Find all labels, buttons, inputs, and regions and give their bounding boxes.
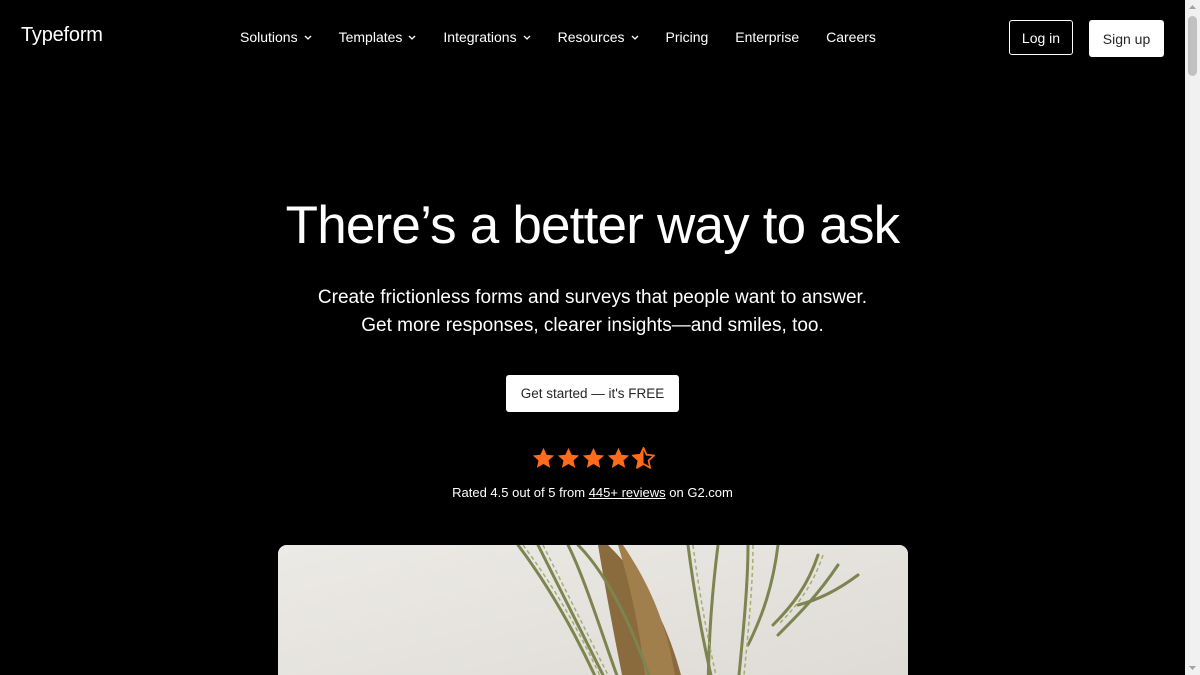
nav-item-careers[interactable]: Careers [826, 29, 876, 45]
nav-item-label: Careers [826, 29, 876, 45]
get-started-button[interactable]: Get started — it's FREE [506, 375, 679, 412]
nav-item-label: Enterprise [735, 29, 800, 45]
chevron-down-icon [408, 35, 416, 40]
vertical-scrollbar[interactable] [1185, 0, 1200, 675]
nav-item-label: Templates [338, 29, 403, 45]
chevron-down-icon [304, 35, 312, 40]
star-icon [557, 447, 580, 468]
page-viewport: Typeform Solutions Templates Integration… [0, 0, 1185, 675]
nav-item-label: Resources [557, 29, 625, 45]
signup-button[interactable]: Sign up [1089, 20, 1164, 57]
rating-suffix: on G2.com [665, 485, 733, 500]
rating-prefix: Rated 4.5 out of 5 from [452, 485, 589, 500]
main-nav: Solutions Templates Integrations Resourc… [240, 29, 903, 45]
rating-text: Rated 4.5 out of 5 from 445+ reviews on … [0, 485, 1185, 500]
star-icon [582, 447, 605, 468]
banksia-plant-illustration [278, 545, 908, 675]
hero-subtitle-line: Create frictionless forms and surveys th… [317, 287, 868, 308]
nav-item-integrations[interactable]: Integrations [443, 29, 531, 45]
nav-item-label: Integrations [443, 29, 517, 45]
login-button[interactable]: Log in [1009, 20, 1073, 55]
brand-logo[interactable]: Typeform [21, 24, 103, 47]
star-icon [532, 447, 555, 468]
nav-item-resources[interactable]: Resources [558, 29, 639, 45]
nav-item-solutions[interactable]: Solutions [240, 29, 312, 45]
hero-subtitle-line: Get more responses, clearer insights—and… [361, 315, 824, 336]
nav-item-pricing[interactable]: Pricing [666, 29, 709, 45]
hero-title: There’s a better way to ask [285, 196, 901, 255]
half-star-icon [632, 447, 655, 469]
hero-subtitle: Create frictionless forms and surveys th… [0, 284, 1185, 340]
star-icon [607, 447, 630, 468]
scroll-down-arrow-icon[interactable] [1185, 661, 1200, 675]
nav-item-enterprise[interactable]: Enterprise [735, 29, 799, 45]
scrollbar-thumb[interactable] [1188, 16, 1197, 76]
rating-stars [531, 446, 656, 471]
chevron-down-icon [631, 35, 639, 40]
chevron-down-icon [523, 35, 531, 40]
hero-image [278, 545, 908, 675]
reviews-link[interactable]: 445+ reviews [589, 485, 666, 500]
nav-item-templates[interactable]: Templates [339, 29, 417, 45]
nav-item-label: Solutions [240, 29, 298, 45]
nav-item-label: Pricing [665, 29, 709, 45]
scroll-up-arrow-icon[interactable] [1185, 0, 1200, 14]
